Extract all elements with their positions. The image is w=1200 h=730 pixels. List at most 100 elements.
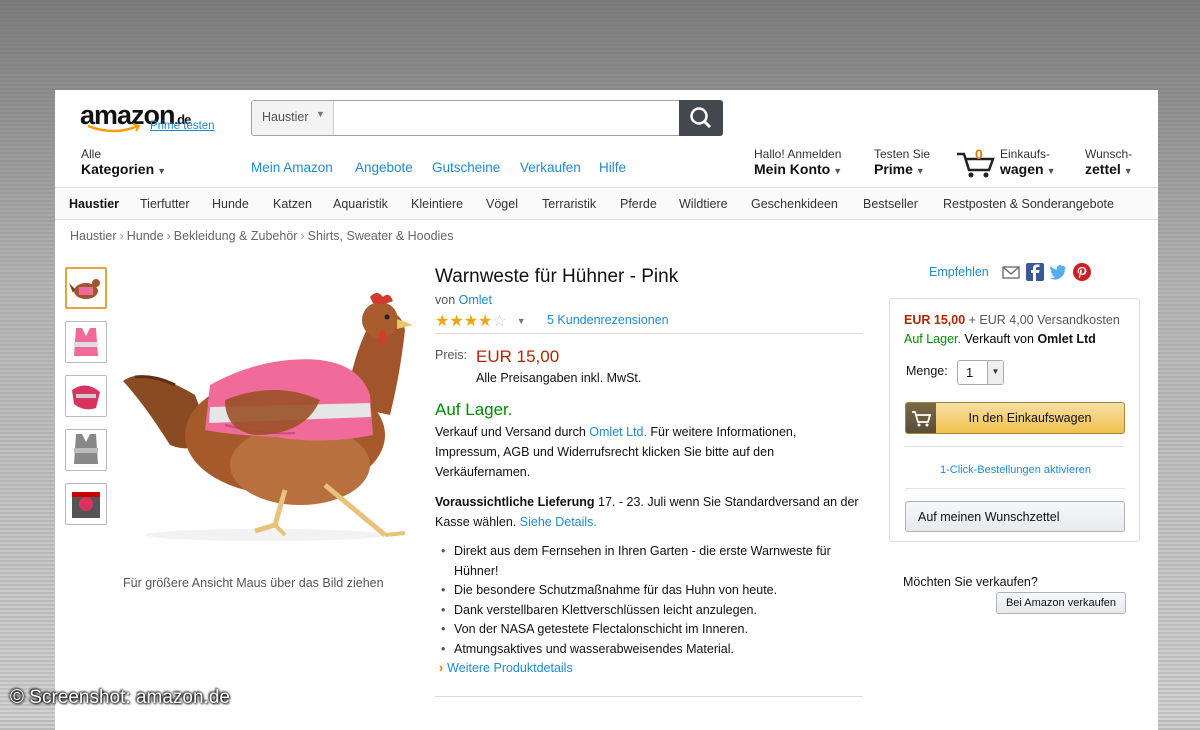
thumbnail-vest-back[interactable]: [65, 429, 107, 471]
account-greeting: Hallo! Anmelden: [754, 147, 842, 161]
twitter-icon[interactable]: [1049, 263, 1067, 281]
chevron-down-icon: ▼: [157, 166, 167, 176]
buybox-sold-by-label: Verkauft von: [961, 332, 1038, 346]
breadcrumb-item[interactable]: Bekleidung & Zubehör: [174, 229, 298, 243]
cart-small: Einkaufs-: [1000, 147, 1051, 161]
packaging-thumbnail-image: [72, 492, 100, 518]
more-details-link[interactable]: › Weitere Produktdetails: [439, 661, 573, 675]
thumbnail-packaging[interactable]: [65, 483, 107, 525]
cart-button[interactable]: 0 Einkaufs- wagen ▼: [955, 146, 1075, 183]
filled-stars-icon: ★★★★: [435, 313, 493, 330]
nav-link-angebote[interactable]: Angebote: [355, 160, 413, 175]
all-categories-menu[interactable]: Alle Kategorien ▼: [81, 147, 166, 177]
category-hunde[interactable]: Hunde: [212, 197, 249, 211]
nav-row: Alle Kategorien ▼ Mein Amazon Angebote Gu…: [55, 146, 1158, 187]
account-menu[interactable]: Hallo! Anmelden Mein Konto ▼: [754, 147, 842, 177]
one-click-link[interactable]: 1-Click-Bestellungen aktivieren: [890, 464, 1141, 476]
sell-on-amazon-label: Bei Amazon verkaufen: [1005, 597, 1117, 609]
wishlist-menu[interactable]: Wunsch- zettel ▼: [1085, 147, 1133, 177]
price-value: EUR 15,00: [476, 347, 560, 366]
pinterest-icon[interactable]: [1073, 263, 1091, 281]
divider: [435, 333, 863, 334]
feature-bullet: Dank verstellbaren Klettverschlüssen lei…: [439, 601, 867, 621]
search-icon: [690, 107, 712, 129]
add-to-wishlist-label: Auf meinen Wunschzettel: [918, 510, 1060, 524]
nav-link-mein-amazon[interactable]: Mein Amazon: [251, 160, 333, 175]
breadcrumb-separator: ›: [166, 229, 171, 243]
search-category-select[interactable]: Haustier ▼: [252, 101, 334, 135]
sell-on-amazon-button[interactable]: Bei Amazon verkaufen: [996, 592, 1126, 614]
thumbnail-chicken-vest[interactable]: [65, 267, 107, 309]
category-bestseller[interactable]: Bestseller: [863, 197, 918, 211]
prime-test-link[interactable]: Prime testen: [150, 120, 215, 132]
category-haustier[interactable]: Haustier: [69, 197, 119, 211]
nav-link-hilfe[interactable]: Hilfe: [599, 160, 626, 175]
buybox-stock: Auf Lager.: [904, 332, 961, 346]
product-image-chicken[interactable]: [115, 285, 415, 555]
breadcrumb-item[interactable]: Hunde: [127, 229, 164, 243]
category-geschenkideen[interactable]: Geschenkideen: [751, 197, 838, 211]
divider: [905, 488, 1125, 489]
screenshot-credit: © Screenshot: amazon.de: [10, 687, 230, 708]
vest-thumbnail-image: [74, 328, 98, 356]
chevron-down-icon: ▼: [833, 166, 843, 176]
stock-status: Auf Lager.: [435, 400, 513, 419]
breadcrumb-item[interactable]: Shirts, Sweater & Hoodies: [308, 229, 454, 243]
chevron-down-icon: ▼: [987, 361, 1003, 384]
account-label: Mein Konto: [754, 161, 831, 177]
search-button[interactable]: [679, 100, 723, 136]
delivery-label: Voraussichtliche Lieferung: [435, 495, 595, 509]
facebook-icon[interactable]: [1026, 263, 1044, 281]
nav-link-gutscheine[interactable]: Gutscheine: [432, 160, 500, 175]
chevron-down-icon: ▼: [1123, 166, 1133, 176]
share-label[interactable]: Empfehlen: [929, 265, 989, 279]
all-categories-small: Alle: [81, 147, 102, 161]
amazon-logo[interactable]: amazon.de Prime testen: [80, 100, 230, 140]
category-pferde[interactable]: Pferde: [620, 197, 657, 211]
category-aquaristik[interactable]: Aquaristik: [333, 197, 388, 211]
wishlist-small: Wunsch-: [1085, 147, 1133, 161]
chevron-down-icon: ▼: [915, 166, 925, 176]
seller-link[interactable]: Omlet Ltd.: [589, 425, 647, 439]
breadcrumb-separator: ›: [119, 229, 124, 243]
add-to-wishlist-button[interactable]: Auf meinen Wunschzettel: [905, 501, 1125, 532]
buy-box: EUR 15,00 + EUR 4,00 Versandkosten Auf L…: [889, 298, 1140, 542]
category-tierfutter[interactable]: Tierfutter: [140, 197, 190, 211]
quantity-select[interactable]: 1 ▼: [957, 360, 1004, 385]
delivery-details-link[interactable]: Siehe Details.: [520, 515, 597, 529]
price-label: Preis:: [435, 348, 467, 362]
reviews-link[interactable]: 5 Kundenrezensionen: [547, 313, 669, 327]
category-terraristik[interactable]: Terraristik: [542, 197, 596, 211]
more-details-label: Weitere Produktdetails: [447, 661, 573, 675]
brand-link[interactable]: Omlet: [459, 293, 492, 307]
quantity-value: 1: [966, 365, 974, 380]
add-to-cart-label: In den Einkaufswagen: [968, 411, 1092, 425]
add-to-cart-button[interactable]: In den Einkaufswagen: [905, 402, 1125, 434]
thumbnail-vest-front[interactable]: [65, 321, 107, 363]
nav-link-verkaufen[interactable]: Verkaufen: [520, 160, 581, 175]
search-input[interactable]: [336, 103, 676, 133]
star-rating[interactable]: ★★★★☆ ▼: [435, 311, 526, 331]
email-icon[interactable]: [1002, 263, 1020, 281]
product-title: Warnweste für Hühner - Pink: [435, 266, 679, 287]
search-category-label: Haustier: [262, 110, 309, 124]
category-kleintiere[interactable]: Kleintiere: [411, 197, 463, 211]
chevron-right-icon: ›: [439, 661, 444, 675]
thumbnail-vest-side[interactable]: [65, 375, 107, 417]
breadcrumb-separator: ›: [300, 229, 305, 243]
all-categories-label: Kategorien: [81, 161, 155, 177]
feature-bullet: Atmungsaktives und wasserabweisendes Mat…: [439, 640, 867, 660]
price-note: Alle Preisangaben inkl. MwSt.: [476, 371, 642, 385]
cart-count: 0: [975, 146, 983, 162]
category-wildtiere[interactable]: Wildtiere: [679, 197, 728, 211]
prime-menu[interactable]: Testen Sie Prime ▼: [874, 147, 930, 177]
chevron-down-icon: ▼: [1046, 166, 1056, 176]
category-katzen[interactable]: Katzen: [273, 197, 312, 211]
buybox-shipping: + EUR 4,00 Versandkosten: [965, 313, 1120, 327]
buybox-seller[interactable]: Omlet Ltd: [1037, 332, 1095, 346]
category-voegel[interactable]: Vögel: [486, 197, 518, 211]
breadcrumb-item[interactable]: Haustier: [70, 229, 117, 243]
brand-line: von Omlet: [435, 293, 492, 307]
category-restposten[interactable]: Restposten & Sonderangebote: [943, 197, 1114, 211]
by-label: von: [435, 293, 456, 307]
